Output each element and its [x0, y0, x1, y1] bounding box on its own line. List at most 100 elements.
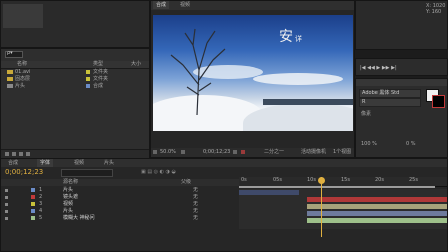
layer-bar[interactable]	[307, 204, 447, 209]
project-bottom-toolbar	[1, 149, 149, 158]
eye-icon[interactable]	[5, 189, 8, 192]
viewer-tab-bar: 合成 视频	[151, 1, 354, 10]
ruler-label: 10s	[307, 177, 316, 183]
info-readout-panel: X: 1020 Y: 160	[355, 0, 448, 50]
layer-bar[interactable]	[239, 190, 299, 195]
play-controls[interactable]: |◀ ◀◀ ▶ ▶▶ ▶|	[360, 65, 397, 71]
layer-label-color[interactable]	[31, 195, 35, 199]
layer-bar[interactable]	[307, 211, 447, 216]
font-style-dropdown[interactable]: R	[359, 98, 421, 107]
ruler-label: 20s	[375, 177, 384, 183]
layer-label-color[interactable]	[31, 202, 35, 206]
composition-frame[interactable]: 安 详	[153, 15, 353, 131]
layer-parent-dropdown[interactable]: 无	[193, 187, 198, 193]
font-style-value: R	[362, 99, 366, 105]
playhead-handle[interactable]	[318, 177, 325, 184]
info-line: Y: 160	[426, 9, 442, 15]
layer-label-color[interactable]	[31, 188, 35, 192]
column-source-name[interactable]: 源名称	[63, 179, 78, 185]
label-color-swatch	[86, 77, 90, 81]
eye-icon[interactable]	[5, 203, 8, 206]
project-item-name: 片头	[15, 83, 26, 89]
project-item[interactable]: 片头 合成	[1, 83, 149, 90]
new-composition-icon[interactable]	[19, 152, 23, 156]
eye-icon[interactable]	[5, 217, 8, 220]
layer-name[interactable]: 片头	[63, 187, 73, 193]
font-size-unit: 像素	[361, 111, 372, 117]
tree-graphic	[170, 28, 226, 115]
composition-icon	[7, 84, 13, 88]
tab-timeline-video[interactable]: 视频	[71, 159, 87, 167]
column-name[interactable]: 名称	[17, 61, 27, 67]
snapshot-icon[interactable]	[233, 150, 237, 154]
layer-name[interactable]: 片头	[63, 208, 73, 214]
work-area-bar[interactable]	[239, 186, 435, 188]
column-type[interactable]: 类型	[93, 61, 103, 67]
current-time-display[interactable]: 0;00;12;23	[5, 168, 43, 176]
delete-icon[interactable]	[26, 152, 30, 156]
font-family-value: Adobe 黑体 Std	[362, 90, 400, 96]
camera-dropdown[interactable]: 活动摄像机	[301, 149, 326, 155]
preview-controls-panel: |◀ ◀◀ ▶ ▶▶ ▶|	[355, 58, 448, 76]
project-panel: ρ▾ 名称 类型 大小 01.avi 文件夹 固态层 文件夹 片头 合成	[0, 48, 150, 158]
layer-bar[interactable]	[307, 218, 447, 223]
interpret-footage-icon[interactable]	[5, 152, 9, 156]
layer-parent-dropdown[interactable]: 无	[193, 208, 198, 214]
tab-timeline-font[interactable]: 字体	[37, 159, 54, 167]
tab-composition-name[interactable]: 视频	[177, 1, 193, 9]
project-search-label: ρ▾	[7, 50, 13, 56]
layer-number: 1	[39, 187, 43, 193]
eye-icon[interactable]	[5, 210, 8, 213]
new-folder-icon[interactable]	[12, 152, 16, 156]
ruler-label: 25s	[409, 177, 418, 183]
cloud-shape	[253, 73, 343, 85]
layer-row[interactable]: 3 视频 无	[1, 201, 239, 208]
show-channel-icon[interactable]	[241, 150, 245, 154]
tab-timeline-intro[interactable]: 片头	[101, 159, 117, 167]
stroke-color-swatch[interactable]	[432, 95, 445, 108]
layer-label-color[interactable]	[31, 216, 35, 220]
layer-row[interactable]: 2 镜头遮 无	[1, 194, 239, 201]
column-parent[interactable]: 父级	[181, 179, 191, 185]
layer-label-color[interactable]	[31, 209, 35, 213]
layer-bar[interactable]	[307, 197, 447, 202]
eye-icon[interactable]	[5, 196, 8, 199]
views-dropdown[interactable]: 1个视图	[333, 149, 351, 155]
layer-bar-track	[239, 189, 447, 229]
ruler-label: 0s	[241, 177, 247, 183]
timeline-search-input[interactable]	[61, 169, 113, 177]
tsume-value[interactable]: 0 %	[406, 141, 416, 147]
project-column-header: 名称 类型 大小	[1, 61, 149, 69]
viewer-timecode[interactable]: 0;00;12;23	[203, 149, 230, 155]
character-tab-bar	[356, 79, 447, 86]
vertical-scale[interactable]: 100 %	[361, 141, 377, 147]
layer-parent-dropdown[interactable]: 无	[193, 201, 198, 207]
zoom-level[interactable]: 50.0%	[160, 149, 176, 155]
project-item[interactable]: 固态层 文件夹	[1, 76, 149, 83]
font-family-dropdown[interactable]: Adobe 黑体 Std	[359, 89, 421, 98]
layer-row[interactable]: 5 模糊大 神秘问 无	[1, 215, 239, 222]
folder-icon	[7, 70, 13, 74]
safe-area-icon[interactable]	[181, 150, 185, 154]
column-size[interactable]: 大小	[131, 61, 141, 67]
layer-parent-dropdown[interactable]: 无	[193, 215, 198, 221]
playhead[interactable]	[321, 177, 322, 237]
treeline-shape	[263, 99, 353, 105]
layer-name[interactable]: 镜头遮	[63, 194, 78, 200]
project-item[interactable]: 01.avi 文件夹	[1, 69, 149, 76]
preview-toggle-icon[interactable]	[153, 150, 157, 154]
layer-name[interactable]: 模糊大 神秘问	[63, 215, 95, 221]
timeline-switches[interactable]: ▣ ▤ ◎ ◐ ◑ ◒	[141, 169, 176, 175]
resolution-dropdown[interactable]: 二分之一	[264, 149, 284, 155]
layer-row[interactable]: 4 片头 无	[1, 208, 239, 215]
ruler-label: 05s	[273, 177, 282, 183]
tab-composition[interactable]: 合成	[153, 1, 170, 9]
folder-icon	[7, 77, 13, 81]
layer-row[interactable]: 1 片头 无	[1, 187, 239, 194]
layer-parent-dropdown[interactable]: 无	[193, 194, 198, 200]
ruler-label: 15s	[341, 177, 350, 183]
layer-name[interactable]: 视频	[63, 201, 73, 207]
label-color-swatch	[86, 70, 90, 74]
layer-number: 5	[39, 215, 43, 221]
tab-timeline[interactable]: 合成	[5, 159, 21, 167]
